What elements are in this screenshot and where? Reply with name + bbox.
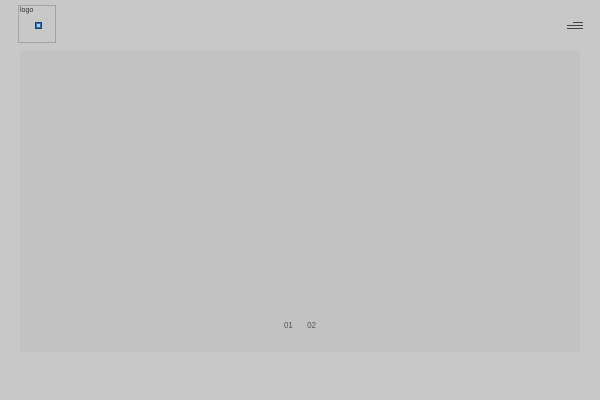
pagination-item-02[interactable]: 02 <box>307 321 316 330</box>
pagination-item-01[interactable]: 01 <box>284 321 293 330</box>
logo-alt-text: logo <box>20 7 34 14</box>
logo[interactable]: logo <box>18 5 56 43</box>
hamburger-menu-icon <box>567 28 583 29</box>
hamburger-menu-icon <box>573 22 583 23</box>
slider-pagination: 01 02 <box>20 321 580 330</box>
hero-slider: 01 02 <box>20 51 580 352</box>
page: logo 01 02 <box>0 0 600 400</box>
broken-image-icon <box>35 22 42 29</box>
menu-button[interactable] <box>565 20 585 32</box>
hamburger-menu-icon <box>567 25 583 26</box>
